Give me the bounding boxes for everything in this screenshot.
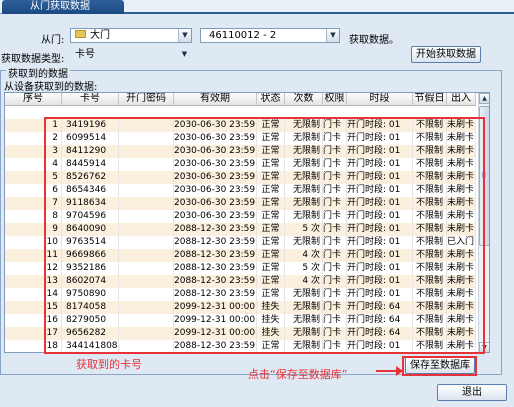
exit-button[interactable]: 退出 xyxy=(437,384,507,401)
action-hint: 获取数据。 xyxy=(349,35,399,46)
column-header-in-out[interactable]: 出入 xyxy=(447,93,476,105)
column-header-index[interactable]: 序号 xyxy=(5,93,62,105)
start-fetch-button[interactable]: 开始获取数据 xyxy=(411,46,481,63)
door-select-value: 大门 xyxy=(90,30,110,41)
annotation-arrow-line xyxy=(376,370,398,372)
chevron-down-icon[interactable]: ▼ xyxy=(326,29,339,42)
save-button-highlight xyxy=(402,356,477,376)
column-header-card-no[interactable]: 卡号 xyxy=(62,93,119,105)
column-header-time-slot[interactable]: 时段 xyxy=(347,93,413,105)
door-select[interactable]: 大门 ▼ xyxy=(70,28,192,43)
card-numbers-highlight xyxy=(44,117,485,354)
tab-underline xyxy=(124,12,514,14)
chevron-down-icon[interactable]: ▼ xyxy=(178,48,191,61)
column-header-password[interactable]: 开门密码 xyxy=(119,93,174,105)
tab-get-data-from-door[interactable]: 从门获取数据 xyxy=(2,0,124,14)
data-type-select[interactable]: 卡号 ▼ xyxy=(70,47,192,62)
cards-annotation: 获取到的卡号 xyxy=(76,358,142,371)
column-header-status[interactable]: 状态 xyxy=(257,93,285,105)
folder-icon xyxy=(75,30,86,38)
data-type-value: 卡号 xyxy=(75,49,95,60)
group-subtitle: 从设备获取到的数据: xyxy=(4,82,98,93)
scroll-up-arrow-icon[interactable]: ▲ xyxy=(479,93,489,104)
chevron-down-icon[interactable]: ▼ xyxy=(178,29,191,42)
column-header-valid-until[interactable]: 有效期 xyxy=(174,93,257,105)
column-header-permission[interactable]: 权限 xyxy=(323,93,347,105)
title-bar: 从门获取数据 xyxy=(0,0,514,14)
table-header: 序号 卡号 开门密码 有效期 状态 次数 权限 时段 节假日 出入 xyxy=(5,93,476,106)
data-type-label: 获取数据类型: xyxy=(1,54,65,65)
controller-select[interactable]: 46110012 - 2 ▼ xyxy=(200,28,340,43)
controller-select-value: 46110012 - 2 xyxy=(209,30,277,41)
column-header-count[interactable]: 次数 xyxy=(285,93,323,105)
save-hint-annotation: 点击“保存至数据库” xyxy=(248,368,348,381)
door-label: 从门: xyxy=(41,35,65,46)
column-header-holiday[interactable]: 节假日 xyxy=(413,93,447,105)
